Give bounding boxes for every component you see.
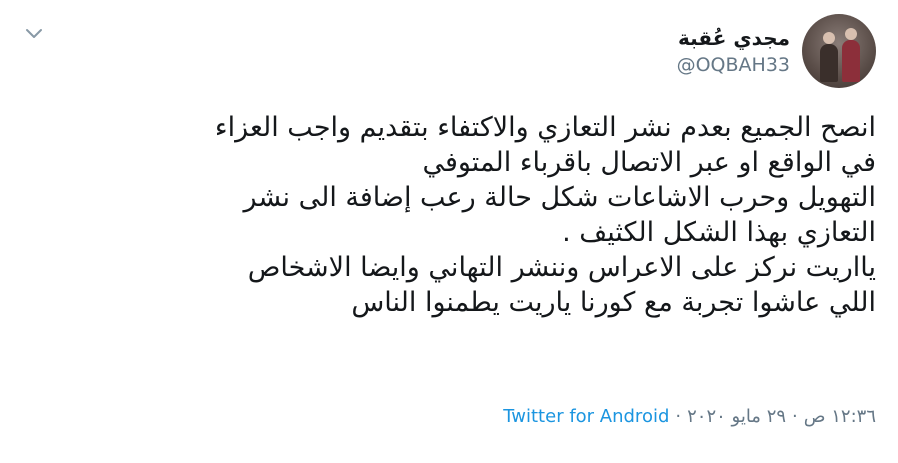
meta-separator: · bbox=[792, 406, 798, 427]
display-name[interactable]: مجدي عُقبة bbox=[677, 24, 790, 52]
user-handle[interactable]: @OQBAH33 bbox=[677, 52, 790, 78]
author-names: مجدي عُقبة @OQBAH33 bbox=[677, 24, 790, 78]
tweet-line: في الواقع او عبر الاتصال باقرباء المتوفي bbox=[422, 147, 876, 178]
meta-separator: · bbox=[675, 406, 682, 427]
avatar[interactable] bbox=[802, 14, 876, 88]
tweet-date[interactable]: ٢٩ مايو ٢٠٢٠ bbox=[687, 406, 786, 427]
tweet-source-link[interactable]: Twitter for Android bbox=[503, 406, 669, 427]
tweet-time[interactable]: ١٢:٣٦ ص bbox=[804, 406, 876, 427]
tweet-line: التعازي بهذا الشكل الكثيف . bbox=[562, 217, 876, 248]
tweet-line: التهويل وحرب الاشاعات شكل حالة رعب إضافة… bbox=[243, 182, 876, 213]
tweet-meta: ١٢:٣٦ ص · ٢٩ مايو ٢٠٢٠ · Twitter for And… bbox=[503, 406, 876, 427]
tweet-line: اللي عاشوا تجربة مع كورنا ياريت يطمنوا ا… bbox=[351, 287, 876, 318]
tweet-line: يااريت نركز على الاعراس وننشر التهاني وا… bbox=[247, 252, 876, 283]
tweet-text: انصح الجميع بعدم نشر التعازي والاكتفاء ب… bbox=[40, 110, 876, 320]
tweet-header: مجدي عُقبة @OQBAH33 bbox=[677, 14, 876, 88]
tweet-line: انصح الجميع بعدم نشر التعازي والاكتفاء ب… bbox=[214, 112, 876, 143]
chevron-down-icon[interactable] bbox=[24, 24, 44, 44]
